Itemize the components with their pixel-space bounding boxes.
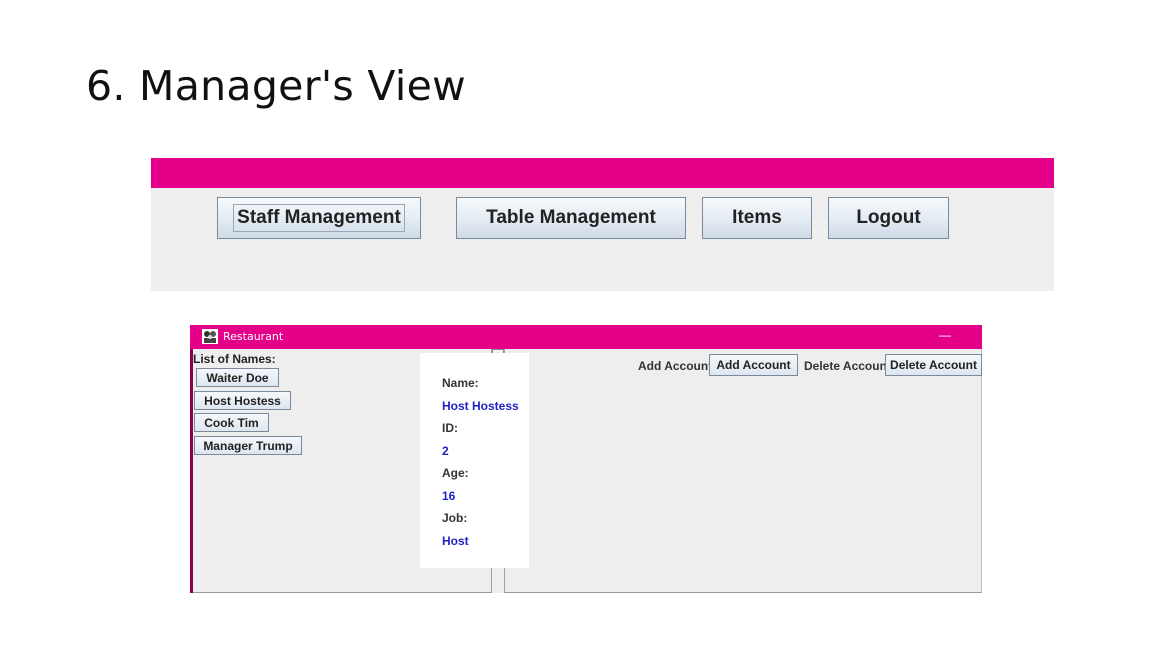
window-title: Restaurant bbox=[223, 330, 284, 343]
window-title-bar[interactable]: Restaurant — bbox=[190, 325, 982, 349]
id-label: ID: bbox=[442, 421, 458, 435]
restaurant-app-icon bbox=[202, 329, 218, 344]
table-management-button[interactable]: Table Management bbox=[456, 197, 686, 239]
name-button-label: Cook Tim bbox=[204, 415, 259, 430]
name-button-cook-tim[interactable]: Cook Tim bbox=[194, 413, 269, 432]
staff-management-label: Staff Management bbox=[233, 204, 405, 232]
logout-label: Logout bbox=[856, 207, 921, 228]
manager-menu-panel: Staff Management Table Management Items … bbox=[151, 158, 1054, 291]
slide-title: 6. Manager's View bbox=[86, 62, 466, 110]
add-account-button-label: Add Account bbox=[716, 358, 791, 372]
age-label: Age: bbox=[442, 466, 469, 480]
names-list-label: List of Names: bbox=[193, 352, 276, 366]
items-label: Items bbox=[732, 207, 782, 228]
menu-title-bar bbox=[151, 158, 1054, 188]
id-value: 2 bbox=[442, 444, 449, 458]
delete-account-button[interactable]: Delete Account bbox=[885, 354, 982, 376]
restaurant-window: Restaurant — List of Names: Waiter Doe H… bbox=[190, 325, 982, 593]
job-value: Host bbox=[442, 534, 469, 548]
name-button-label: Manager Trump bbox=[203, 438, 293, 453]
name-button-waiter-doe[interactable]: Waiter Doe bbox=[196, 368, 279, 387]
add-account-button[interactable]: Add Account bbox=[709, 354, 798, 376]
delete-account-button-label: Delete Account bbox=[890, 358, 977, 372]
staff-management-button[interactable]: Staff Management bbox=[217, 197, 421, 239]
name-button-host-hostess[interactable]: Host Hostess bbox=[194, 391, 291, 410]
name-label: Name: bbox=[442, 376, 479, 390]
items-button[interactable]: Items bbox=[702, 197, 812, 239]
age-value: 16 bbox=[442, 489, 456, 503]
name-value: Host Hostess bbox=[442, 399, 519, 413]
name-button-manager-trump[interactable]: Manager Trump bbox=[194, 436, 302, 455]
job-label: Job: bbox=[442, 511, 468, 525]
add-account-label: Add Account: bbox=[638, 359, 717, 373]
name-button-label: Waiter Doe bbox=[206, 370, 269, 385]
name-button-label: Host Hostess bbox=[204, 393, 281, 408]
table-management-label: Table Management bbox=[486, 207, 656, 228]
logout-button[interactable]: Logout bbox=[828, 197, 949, 239]
minimize-icon[interactable]: — bbox=[938, 327, 952, 345]
delete-account-label: Delete Account: bbox=[804, 359, 895, 373]
staff-details-panel: Name: Host Hostess ID: 2 Age: 16 Job: Ho… bbox=[420, 353, 529, 568]
